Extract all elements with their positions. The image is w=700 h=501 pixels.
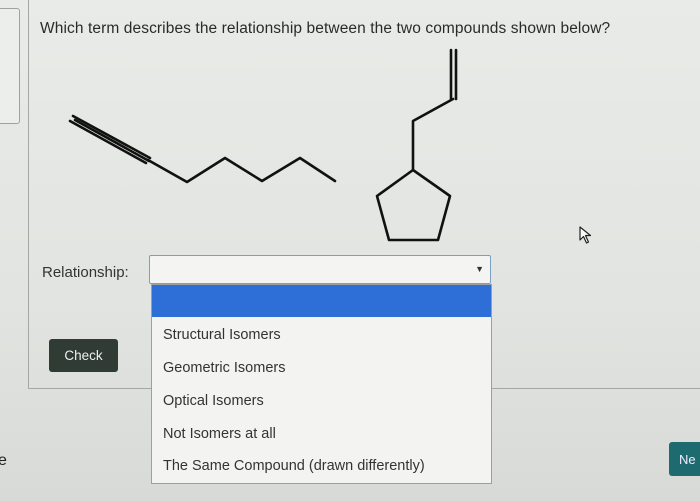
- option-structural-isomers[interactable]: Structural Isomers: [163, 327, 281, 343]
- option-optical-isomers[interactable]: Optical Isomers: [163, 393, 264, 409]
- screen: e Which term describes the relationship …: [0, 0, 700, 501]
- left-edge-fragment: e: [0, 452, 7, 469]
- next-button[interactable]: Ne: [669, 442, 700, 476]
- relationship-label: Relationship:: [42, 264, 129, 281]
- option-same-compound[interactable]: The Same Compound (drawn differently): [163, 458, 425, 474]
- mouse-pointer-icon: [579, 226, 592, 244]
- molecule-alkyne-chain: [68, 114, 337, 184]
- check-button[interactable]: Check: [49, 339, 118, 372]
- option-not-isomers[interactable]: Not Isomers at all: [163, 426, 276, 442]
- dropdown-highlighted-blank-option[interactable]: [152, 285, 491, 317]
- relationship-select[interactable]: ▼: [149, 255, 491, 284]
- relationship-dropdown-list: Structural Isomers Geometric Isomers Opt…: [151, 284, 492, 484]
- molecule-cyclopentane-alkene: [375, 48, 458, 242]
- molecule-drawings: [68, 48, 458, 242]
- option-geometric-isomers[interactable]: Geometric Isomers: [163, 360, 285, 376]
- dropdown-caret-icon: ▼: [475, 264, 484, 274]
